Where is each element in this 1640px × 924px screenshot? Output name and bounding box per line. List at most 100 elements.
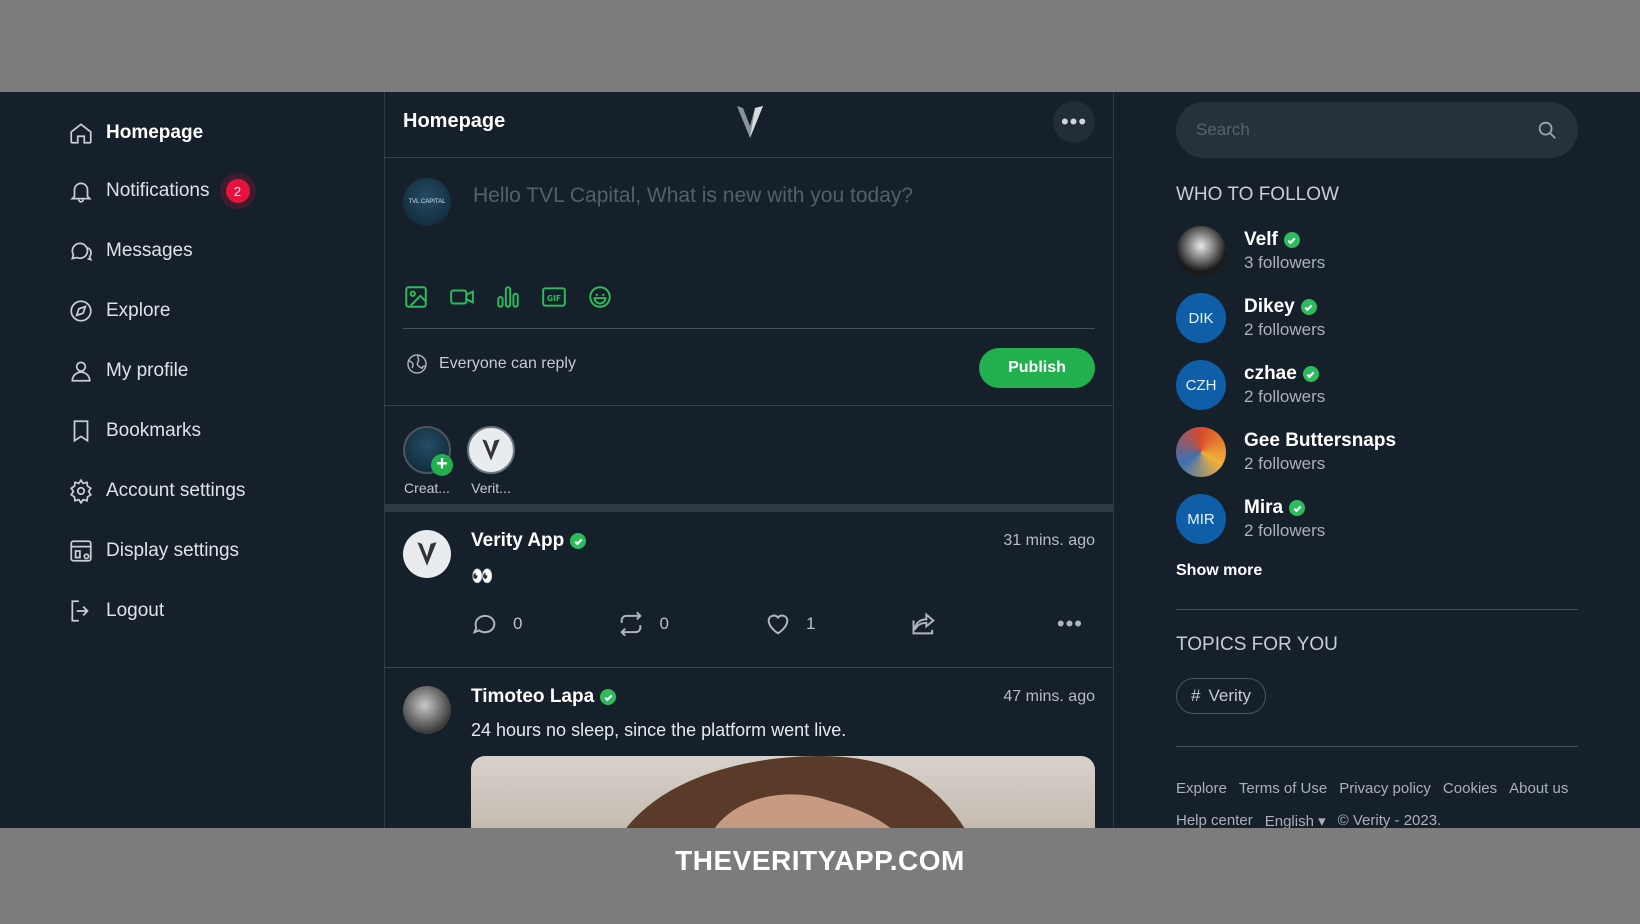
search-icon[interactable] bbox=[1536, 119, 1558, 141]
verified-icon bbox=[1289, 500, 1306, 516]
footer-link-cookies[interactable]: Cookies bbox=[1443, 780, 1497, 797]
avatar: + bbox=[403, 426, 453, 476]
footer-link-help[interactable]: Help center bbox=[1176, 812, 1253, 828]
follow-suggestion[interactable]: MIR Mira 2 followers bbox=[1176, 494, 1325, 544]
topic-chip[interactable]: # Verity bbox=[1176, 678, 1266, 714]
poll-button[interactable] bbox=[495, 284, 521, 315]
who-to-follow-title: WHO TO FOLLOW bbox=[1176, 184, 1339, 205]
show-more-link[interactable]: Show more bbox=[1176, 562, 1262, 580]
reply-setting[interactable]: Everyone can reply bbox=[405, 352, 576, 376]
video-upload-button[interactable] bbox=[449, 284, 475, 315]
post-author[interactable]: Verity App bbox=[471, 530, 587, 552]
poll-icon bbox=[497, 286, 519, 308]
verified-icon bbox=[570, 533, 587, 549]
sidebar: Homepage Notifications 2 Messages Explor… bbox=[0, 92, 384, 828]
post-body: 👀 bbox=[471, 566, 494, 586]
author-name: Timoteo Lapa bbox=[471, 686, 595, 707]
more-options-button[interactable]: ••• bbox=[1053, 101, 1095, 143]
follow-suggestion[interactable]: Gee Buttersnaps 2 followers bbox=[1176, 427, 1396, 477]
post-composer: TVL CAPITAL Hello TVL Capital, What is n… bbox=[385, 158, 1113, 406]
avatar bbox=[403, 686, 451, 734]
story-label: Creat... bbox=[404, 480, 450, 496]
website-url: THEVERITYAPP.COM bbox=[675, 845, 965, 876]
post-author[interactable]: Timoteo Lapa bbox=[471, 686, 617, 708]
like-count: 1 bbox=[805, 614, 816, 633]
sidebar-item-account-settings[interactable]: Account settings bbox=[68, 474, 245, 508]
avatar-text: TVL CAPITAL bbox=[408, 199, 446, 205]
main-feed: Homepage ••• TVL CAPITAL Hello TVL Capit… bbox=[384, 92, 1114, 828]
footer-link-explore[interactable]: Explore bbox=[1176, 780, 1227, 797]
verified-icon bbox=[1283, 232, 1300, 248]
follow-name: Velf bbox=[1244, 229, 1278, 250]
search-input[interactable]: Search bbox=[1176, 102, 1578, 158]
composer-toolbar: GIF bbox=[403, 284, 613, 315]
story-verity[interactable]: Verit... bbox=[463, 426, 519, 496]
sidebar-item-logout[interactable]: Logout bbox=[68, 594, 164, 628]
follower-count: 2 followers bbox=[1244, 320, 1326, 339]
avatar: MIR bbox=[1176, 494, 1226, 544]
sidebar-item-explore[interactable]: Explore bbox=[68, 294, 170, 328]
language-select[interactable]: English ▾ bbox=[1265, 812, 1326, 828]
post-image[interactable] bbox=[471, 756, 1095, 828]
plus-icon: + bbox=[431, 454, 453, 476]
sidebar-item-label: Bookmarks bbox=[106, 420, 202, 441]
divider bbox=[1176, 609, 1578, 610]
sidebar-item-display-settings[interactable]: Display settings bbox=[68, 534, 239, 568]
gif-button[interactable]: GIF bbox=[541, 284, 567, 315]
share-button[interactable] bbox=[910, 610, 1056, 638]
follow-name: Mira bbox=[1244, 497, 1284, 518]
display-settings-icon bbox=[70, 540, 92, 562]
video-icon bbox=[450, 289, 474, 305]
follower-count: 2 followers bbox=[1244, 387, 1326, 406]
bell-icon bbox=[70, 182, 92, 203]
post-time: 47 mins. ago bbox=[1003, 688, 1095, 705]
search-placeholder: Search bbox=[1196, 120, 1250, 139]
follow-suggestion[interactable]: DIK Dikey 2 followers bbox=[1176, 293, 1325, 343]
notification-badge: 2 bbox=[225, 179, 250, 203]
image-icon bbox=[405, 286, 427, 308]
bookmark-icon bbox=[73, 420, 89, 443]
sidebar-item-my-profile[interactable]: My profile bbox=[68, 354, 188, 388]
footer-link-terms[interactable]: Terms of Use bbox=[1239, 780, 1327, 797]
story-label: Verit... bbox=[471, 480, 511, 496]
story-create[interactable]: + Creat... bbox=[399, 426, 455, 496]
like-button[interactable]: 1 bbox=[764, 610, 910, 638]
composer-divider bbox=[403, 328, 1095, 329]
post[interactable]: Timoteo Lapa 47 mins. ago 24 hours no sl… bbox=[385, 668, 1113, 828]
follower-count: 3 followers bbox=[1244, 253, 1326, 272]
verified-icon bbox=[600, 689, 617, 705]
verity-logo bbox=[417, 542, 437, 566]
post-actions: 0 0 1 ••• bbox=[471, 610, 1095, 638]
sidebar-item-label: Explore bbox=[106, 300, 171, 321]
reply-setting-label: Everyone can reply bbox=[439, 355, 576, 372]
svg-text:GIF: GIF bbox=[547, 294, 561, 303]
sidebar-item-label: Logout bbox=[106, 600, 165, 621]
verified-icon bbox=[1302, 366, 1319, 382]
follow-suggestion[interactable]: Velf 3 followers bbox=[1176, 226, 1325, 276]
follow-suggestion[interactable]: CZH czhae 2 followers bbox=[1176, 360, 1325, 410]
post[interactable]: Verity App 31 mins. ago 👀 0 0 1 ••• bbox=[385, 512, 1113, 668]
globe-icon bbox=[407, 354, 427, 374]
footer-link-about[interactable]: About us bbox=[1509, 780, 1568, 797]
heart-icon bbox=[767, 614, 789, 635]
image-upload-button[interactable] bbox=[403, 284, 429, 315]
comment-button[interactable]: 0 bbox=[471, 610, 617, 638]
post-more-button[interactable]: ••• bbox=[1057, 611, 1083, 637]
gif-icon: GIF bbox=[542, 287, 566, 307]
sidebar-item-homepage[interactable]: Homepage bbox=[68, 116, 203, 150]
sidebar-item-notifications[interactable]: Notifications 2 bbox=[68, 174, 250, 208]
sidebar-item-bookmarks[interactable]: Bookmarks bbox=[68, 414, 201, 448]
avatar: DIK bbox=[1176, 293, 1226, 343]
copyright: © Verity - 2023. bbox=[1337, 812, 1442, 828]
footer-link-privacy[interactable]: Privacy policy bbox=[1339, 780, 1431, 797]
composer-input[interactable]: Hello TVL Capital, What is new with you … bbox=[473, 184, 913, 208]
stories-bar: + Creat... Verit... bbox=[385, 406, 1113, 512]
right-sidebar: Search WHO TO FOLLOW Velf 3 followers DI… bbox=[1114, 92, 1640, 828]
avatar bbox=[403, 530, 451, 578]
repost-button[interactable]: 0 bbox=[617, 610, 763, 638]
emoji-button[interactable] bbox=[587, 284, 613, 315]
publish-button[interactable]: Publish bbox=[979, 348, 1095, 388]
sidebar-item-messages[interactable]: Messages bbox=[68, 234, 193, 268]
verity-logo bbox=[737, 106, 763, 138]
chat-icon bbox=[71, 242, 93, 262]
